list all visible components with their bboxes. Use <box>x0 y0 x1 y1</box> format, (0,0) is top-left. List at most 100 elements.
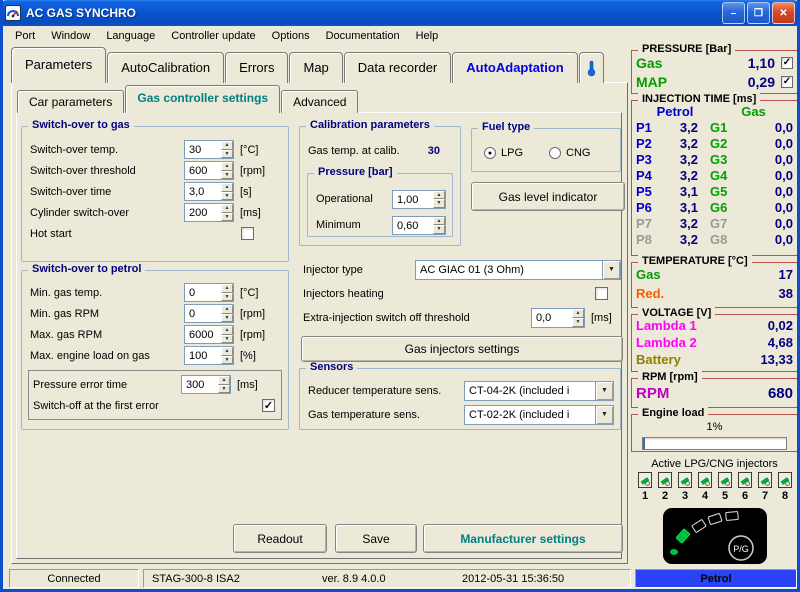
tab-map[interactable]: Map <box>289 52 343 83</box>
spin-up-icon[interactable]: ▲ <box>221 326 233 335</box>
radio-lpg-dot[interactable]: ● <box>484 147 496 159</box>
spin-up-icon[interactable]: ▲ <box>221 347 233 356</box>
radio-lpg[interactable]: ● LPG <box>484 147 523 159</box>
spin-down-icon[interactable]: ▼ <box>221 313 233 322</box>
minimize-button[interactable]: – <box>722 2 745 24</box>
minimum-input[interactable]: 0,60 ▲ ▼ <box>392 215 446 235</box>
value[interactable]: 200 <box>185 204 221 221</box>
reducer-temp-sensor-select[interactable]: CT-04-2K (included i ▼ <box>464 381 614 401</box>
injectors-heating-checkbox[interactable] <box>595 287 608 300</box>
min-gas-temp-input[interactable]: 0 ▲ ▼ <box>184 283 234 302</box>
spin-down-icon[interactable]: ▼ <box>221 292 233 301</box>
readout-button[interactable]: Readout <box>233 524 327 553</box>
gas-temp-sensor-select[interactable]: CT-02-2K (included i ▼ <box>464 405 614 425</box>
spin-up-icon[interactable]: ▲ <box>218 376 230 385</box>
spin-down-icon[interactable]: ▼ <box>221 149 233 158</box>
maximize-button[interactable]: ❐ <box>747 2 770 24</box>
manufacturer-settings-button[interactable]: Manufacturer settings <box>423 524 623 553</box>
menu-controller-update[interactable]: Controller update <box>163 26 263 46</box>
spinner-buttons[interactable]: ▲ ▼ <box>221 284 233 301</box>
spinner-buttons[interactable]: ▲ ▼ <box>221 305 233 322</box>
spin-down-icon[interactable]: ▼ <box>572 318 584 327</box>
spin-down-icon[interactable]: ▼ <box>221 170 233 179</box>
max-engine-load-input[interactable]: 100 ▲ ▼ <box>184 346 234 365</box>
min-gas-rpm-input[interactable]: 0 ▲ ▼ <box>184 304 234 323</box>
spin-up-icon[interactable]: ▲ <box>221 183 233 192</box>
value[interactable]: 1,00 <box>393 191 433 208</box>
spinner-buttons[interactable]: ▲ ▼ <box>221 347 233 364</box>
switch-off-first-error-checkbox[interactable]: ✓ <box>262 399 275 412</box>
spin-up-icon[interactable]: ▲ <box>221 284 233 293</box>
max-gas-rpm-input[interactable]: 6000 ▲ ▼ <box>184 325 234 344</box>
spinner-buttons[interactable]: ▲ ▼ <box>433 190 445 208</box>
menu-documentation[interactable]: Documentation <box>318 26 408 46</box>
tab-autocalibration[interactable]: AutoCalibration <box>107 52 225 83</box>
operational-input[interactable]: 1,00 ▲ ▼ <box>392 189 446 209</box>
spinner-buttons[interactable]: ▲ ▼ <box>221 326 233 343</box>
menu-language[interactable]: Language <box>98 26 163 46</box>
pressure-gas-checkbox[interactable]: ✓ <box>781 56 793 69</box>
radio-cng-dot[interactable] <box>549 147 562 159</box>
menu-window[interactable]: Window <box>43 26 98 46</box>
value[interactable]: 100 <box>185 347 221 364</box>
spin-down-icon[interactable]: ▼ <box>221 355 233 364</box>
value[interactable]: 30 <box>185 141 221 158</box>
spin-up-icon[interactable]: ▲ <box>433 190 445 199</box>
spin-up-icon[interactable]: ▲ <box>221 141 233 150</box>
tab-gas-controller-settings[interactable]: Gas controller settings <box>125 85 281 113</box>
value[interactable]: 0 <box>185 305 221 322</box>
gas-injectors-settings-button[interactable]: Gas injectors settings <box>301 336 623 362</box>
tab-autoadaptation[interactable]: AutoAdaptation <box>452 52 578 83</box>
spin-down-icon[interactable]: ▼ <box>218 384 230 393</box>
value[interactable]: 3,0 <box>185 183 221 200</box>
spin-down-icon[interactable]: ▼ <box>221 334 233 343</box>
spin-down-icon[interactable]: ▼ <box>433 199 445 208</box>
spin-down-icon[interactable]: ▼ <box>433 225 445 234</box>
tab-errors[interactable]: Errors <box>225 52 289 83</box>
spinner-buttons[interactable]: ▲ ▼ <box>221 162 233 179</box>
spin-down-icon[interactable]: ▼ <box>221 191 233 200</box>
chevron-down-icon[interactable]: ▼ <box>602 261 620 279</box>
value[interactable]: 6000 <box>185 326 221 343</box>
save-button[interactable]: Save <box>335 524 417 553</box>
cylinder-switch-over-input[interactable]: 200 ▲ ▼ <box>184 203 234 222</box>
value[interactable]: 0 <box>185 284 221 301</box>
hot-start-checkbox[interactable] <box>241 227 254 240</box>
spinner-buttons[interactable]: ▲ ▼ <box>221 141 233 158</box>
switch-over-threshold-input[interactable]: 600 ▲ ▼ <box>184 161 234 180</box>
spinner-buttons[interactable]: ▲ ▼ <box>221 183 233 200</box>
tab-car-parameters[interactable]: Car parameters <box>17 90 125 113</box>
spinner-buttons[interactable]: ▲ ▼ <box>221 204 233 221</box>
menu-help[interactable]: Help <box>408 26 447 46</box>
spinner-buttons[interactable]: ▲ ▼ <box>572 309 584 327</box>
switch-over-temp-input[interactable]: 30 ▲ ▼ <box>184 140 234 159</box>
chevron-down-icon[interactable]: ▼ <box>595 406 613 424</box>
value[interactable]: 0,0 <box>532 309 572 327</box>
spin-up-icon[interactable]: ▲ <box>572 309 584 318</box>
tab-parameters[interactable]: Parameters <box>11 47 107 83</box>
pressure-map-checkbox[interactable]: ✓ <box>781 75 793 88</box>
tab-thermometer[interactable] <box>578 52 604 83</box>
menu-port[interactable]: Port <box>7 26 43 46</box>
spin-up-icon[interactable]: ▲ <box>221 204 233 213</box>
spin-up-icon[interactable]: ▲ <box>221 162 233 171</box>
spin-up-icon[interactable]: ▲ <box>433 216 445 225</box>
value[interactable]: 300 <box>182 376 218 393</box>
value[interactable]: 600 <box>185 162 221 179</box>
pressure-error-time-input[interactable]: 300 ▲ ▼ <box>181 375 231 394</box>
spinner-buttons[interactable]: ▲ ▼ <box>433 216 445 234</box>
chevron-down-icon[interactable]: ▼ <box>595 382 613 400</box>
value[interactable]: 0,60 <box>393 217 433 234</box>
gas-level-indicator-button[interactable]: Gas level indicator <box>471 182 625 211</box>
close-button[interactable]: ✕ <box>772 2 795 24</box>
radio-cng[interactable]: CNG <box>549 147 590 159</box>
spinner-buttons[interactable]: ▲ ▼ <box>218 376 230 393</box>
tab-advanced[interactable]: Advanced <box>281 90 359 113</box>
menu-options[interactable]: Options <box>264 26 318 46</box>
spin-up-icon[interactable]: ▲ <box>221 305 233 314</box>
extra-injection-threshold-input[interactable]: 0,0 ▲ ▼ <box>531 308 585 328</box>
switch-over-time-input[interactable]: 3,0 ▲ ▼ <box>184 182 234 201</box>
tab-data-recorder[interactable]: Data recorder <box>343 52 452 83</box>
injector-type-select[interactable]: AC GIAC 01 (3 Ohm) ▼ <box>415 260 621 280</box>
spin-down-icon[interactable]: ▼ <box>221 212 233 221</box>
